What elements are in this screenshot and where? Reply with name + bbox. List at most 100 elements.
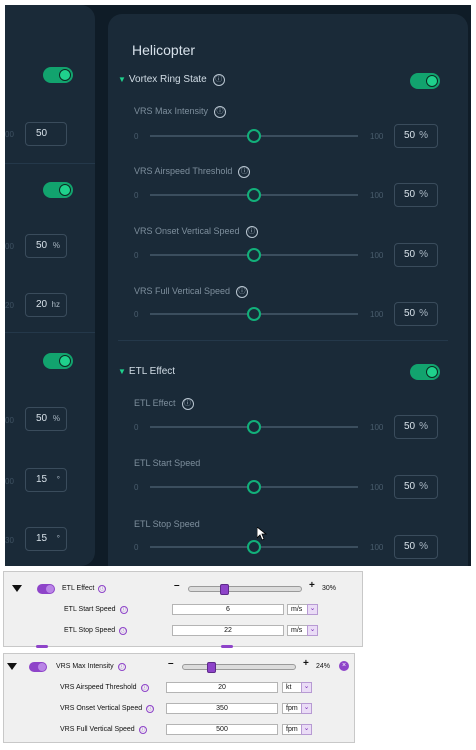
onset-vertical-speed-input[interactable]: 350 xyxy=(166,703,278,714)
slider-value-input[interactable]: 50% xyxy=(394,302,438,326)
slider-thumb[interactable] xyxy=(247,540,261,554)
close-icon[interactable]: × xyxy=(339,661,349,671)
number-input[interactable]: 15 ° xyxy=(25,468,67,492)
slider-thumb[interactable] xyxy=(247,480,261,494)
slider-max: 100 xyxy=(370,132,384,141)
toggle-switch[interactable] xyxy=(43,182,73,198)
unit-label: % xyxy=(52,241,60,250)
etl-toggle[interactable] xyxy=(410,364,440,380)
vrs-toggle[interactable] xyxy=(410,73,440,89)
etl-slider-track[interactable] xyxy=(188,586,302,592)
section-header-etl[interactable]: ▼ ETL Effect xyxy=(118,366,175,377)
slider-value-input[interactable]: 50% xyxy=(394,535,438,559)
expand-triangle-icon[interactable]: ▼ xyxy=(118,367,126,376)
row-label: ETL Start Speed xyxy=(64,606,116,613)
number-value: 15 xyxy=(36,474,48,485)
slider-min: 0 xyxy=(134,423,139,432)
info-icon[interactable]: ⓘ xyxy=(98,585,107,593)
slider-max: 100 xyxy=(370,191,384,200)
slider-min: 0 xyxy=(134,191,139,200)
airspeed-threshold-input[interactable]: 20 xyxy=(166,682,278,693)
stop-speed-input[interactable]: 22 xyxy=(172,625,284,636)
chevron-double-down-icon[interactable]: ⌄ xyxy=(307,625,318,636)
number-value: 50 xyxy=(36,413,48,424)
section-label: Vortex Ring State xyxy=(128,74,207,85)
collapse-triangle-icon[interactable] xyxy=(12,585,22,592)
info-icon[interactable]: ⓘ xyxy=(181,398,194,410)
slider-value-input[interactable]: 50% xyxy=(394,475,438,499)
info-icon[interactable]: ⓘ xyxy=(117,663,126,671)
vrs-settings-panel: VRS Max Intensity ⓘ – + 24% × VRS Airspee… xyxy=(3,653,355,743)
collapse-triangle-icon[interactable] xyxy=(7,663,17,670)
slider-value-input[interactable]: 50% xyxy=(394,415,438,439)
number-input[interactable]: 20 hz xyxy=(25,293,67,317)
slider-thumb[interactable] xyxy=(247,307,261,321)
full-vertical-speed-input[interactable]: 500 xyxy=(166,724,278,735)
slider-label: ETL Stop Speed xyxy=(134,519,200,529)
toggle-fragment xyxy=(36,645,48,648)
slider-label: VRS Onset Vertical Speed xyxy=(134,226,240,236)
slider-value-input[interactable]: 50% xyxy=(394,124,438,148)
expand-triangle-icon[interactable]: ▼ xyxy=(118,75,126,84)
decrease-button[interactable]: – xyxy=(168,658,174,669)
number-input[interactable]: 50% xyxy=(25,234,67,258)
chevron-double-down-icon[interactable]: ⌄ xyxy=(301,724,312,735)
info-icon[interactable]: ⓘ xyxy=(238,166,251,178)
toggle-switch[interactable] xyxy=(43,353,73,369)
info-icon[interactable]: ⓘ xyxy=(140,684,149,692)
etl-settings-panel: ETL Effect ⓘ – + 30% ETL Start Speed ⓘ 6 m… xyxy=(3,571,363,648)
etl-toggle[interactable] xyxy=(37,584,55,594)
slider-value-input[interactable]: 50% xyxy=(394,243,438,267)
decrease-button[interactable]: – xyxy=(174,580,180,591)
etl-slider-thumb[interactable] xyxy=(219,584,229,595)
slider-label: ETL Start Speed xyxy=(134,458,201,468)
start-speed-input[interactable]: 6 xyxy=(172,604,284,615)
slider-thumb[interactable] xyxy=(247,129,261,143)
vrs-slider-track[interactable] xyxy=(182,664,296,670)
unit-label: % xyxy=(419,189,429,200)
number-input[interactable]: 15 ° xyxy=(25,527,67,551)
value-text: 50 xyxy=(403,308,416,319)
slider-label: ETL Effect xyxy=(134,398,176,408)
info-icon[interactable]: ⓘ xyxy=(245,226,258,238)
slider-max: 100 xyxy=(370,423,384,432)
info-icon[interactable]: ⓘ xyxy=(212,74,225,86)
slider-min-fragment: 00 xyxy=(5,416,14,425)
vrs-slider-thumb[interactable] xyxy=(207,662,217,673)
increase-button[interactable]: + xyxy=(303,658,309,669)
slider-min: 0 xyxy=(134,543,139,552)
slider-thumb[interactable] xyxy=(247,188,261,202)
slider-min: 0 xyxy=(134,251,139,260)
number-value: 50 xyxy=(36,128,48,139)
slider-min-fragment: 00 xyxy=(5,477,14,486)
info-icon[interactable]: ⓘ xyxy=(119,627,128,635)
row-label: ETL Stop Speed xyxy=(64,627,116,634)
value-text: 50 xyxy=(403,541,416,552)
increase-button[interactable]: + xyxy=(309,580,315,591)
chevron-double-down-icon[interactable]: ⌄ xyxy=(307,604,318,615)
number-input[interactable]: 50 xyxy=(25,122,67,146)
number-input[interactable]: 50% xyxy=(25,407,67,431)
unit-label: % xyxy=(419,130,429,141)
chevron-double-down-icon[interactable]: ⌄ xyxy=(301,703,312,714)
info-icon[interactable]: ⓘ xyxy=(146,705,155,713)
section-header-vrs[interactable]: ▼ Vortex Ring State ⓘ xyxy=(118,74,225,86)
info-icon[interactable]: ⓘ xyxy=(138,726,147,734)
info-icon[interactable]: ⓘ xyxy=(236,286,249,298)
toggle-switch[interactable] xyxy=(43,67,73,83)
vrs-label: VRS Max Intensity xyxy=(56,663,114,670)
section-label: ETL Effect xyxy=(128,366,176,377)
slider-value-input[interactable]: 50% xyxy=(394,183,438,207)
divider xyxy=(5,163,95,164)
value-text: 50 xyxy=(403,481,416,492)
slider-thumb[interactable] xyxy=(247,420,261,434)
value-text: 50 xyxy=(403,189,416,200)
row-label: VRS Onset Vertical Speed xyxy=(60,705,143,712)
dark-settings-window: 00 50 00 50% 20 20 hz 00 50% 00 15 ° 30 15… xyxy=(5,5,471,566)
chevron-double-down-icon[interactable]: ⌄ xyxy=(301,682,312,693)
slider-thumb[interactable] xyxy=(247,248,261,262)
slider-max: 100 xyxy=(370,543,384,552)
info-icon[interactable]: ⓘ xyxy=(119,606,128,614)
vrs-toggle[interactable] xyxy=(29,662,47,672)
info-icon[interactable]: ⓘ xyxy=(214,106,227,118)
